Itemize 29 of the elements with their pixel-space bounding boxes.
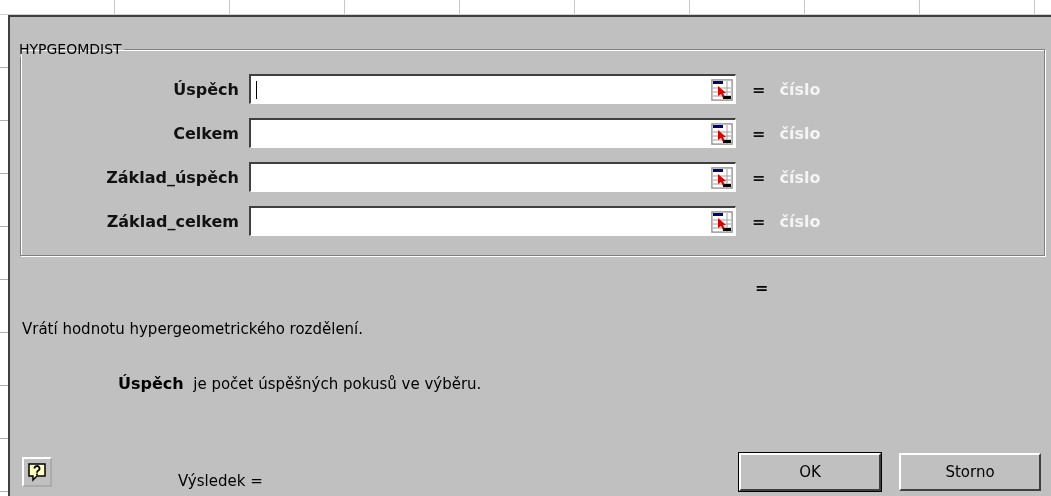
equals-sign: = bbox=[752, 123, 766, 143]
input-field[interactable] bbox=[249, 162, 736, 192]
help-icon bbox=[27, 462, 47, 482]
grid-arrow-icon bbox=[711, 122, 733, 145]
result-label: Výsledek = bbox=[178, 472, 264, 490]
grid-arrow-icon bbox=[711, 210, 733, 233]
grid-arrow-icon bbox=[711, 166, 733, 189]
dialog-button[interactable]: OK bbox=[739, 453, 881, 491]
collapse-button[interactable] bbox=[711, 166, 733, 189]
input-field[interactable] bbox=[249, 74, 736, 104]
dialog-button[interactable]: Storno bbox=[899, 453, 1041, 491]
group-title: HYPGEOMDIST bbox=[18, 41, 123, 57]
equals-sign: = bbox=[752, 211, 766, 231]
argument-label: Základ_celkem bbox=[105, 211, 239, 231]
function-description: Vrátí hodnotu hypergeometrického rozdělení. bbox=[22, 320, 365, 338]
argument-label: Základ_úspěch bbox=[105, 167, 239, 187]
argument-help: Úspěch je počet úspěšných pokusů ve výběru. bbox=[118, 374, 483, 393]
grid-arrow-icon bbox=[711, 78, 733, 101]
collapse-button[interactable] bbox=[711, 78, 733, 101]
collapse-button[interactable] bbox=[711, 122, 733, 145]
argument-label: Úspěch bbox=[172, 79, 239, 99]
argument-label: Celkem bbox=[172, 123, 239, 143]
equals-sign: = bbox=[752, 79, 766, 99]
collapse-button[interactable] bbox=[711, 210, 733, 233]
input-field[interactable] bbox=[249, 118, 736, 148]
input-field[interactable] bbox=[249, 206, 736, 236]
formula-result: = bbox=[755, 277, 769, 297]
equals-sign: = bbox=[752, 167, 766, 187]
help-button[interactable] bbox=[22, 457, 52, 487]
